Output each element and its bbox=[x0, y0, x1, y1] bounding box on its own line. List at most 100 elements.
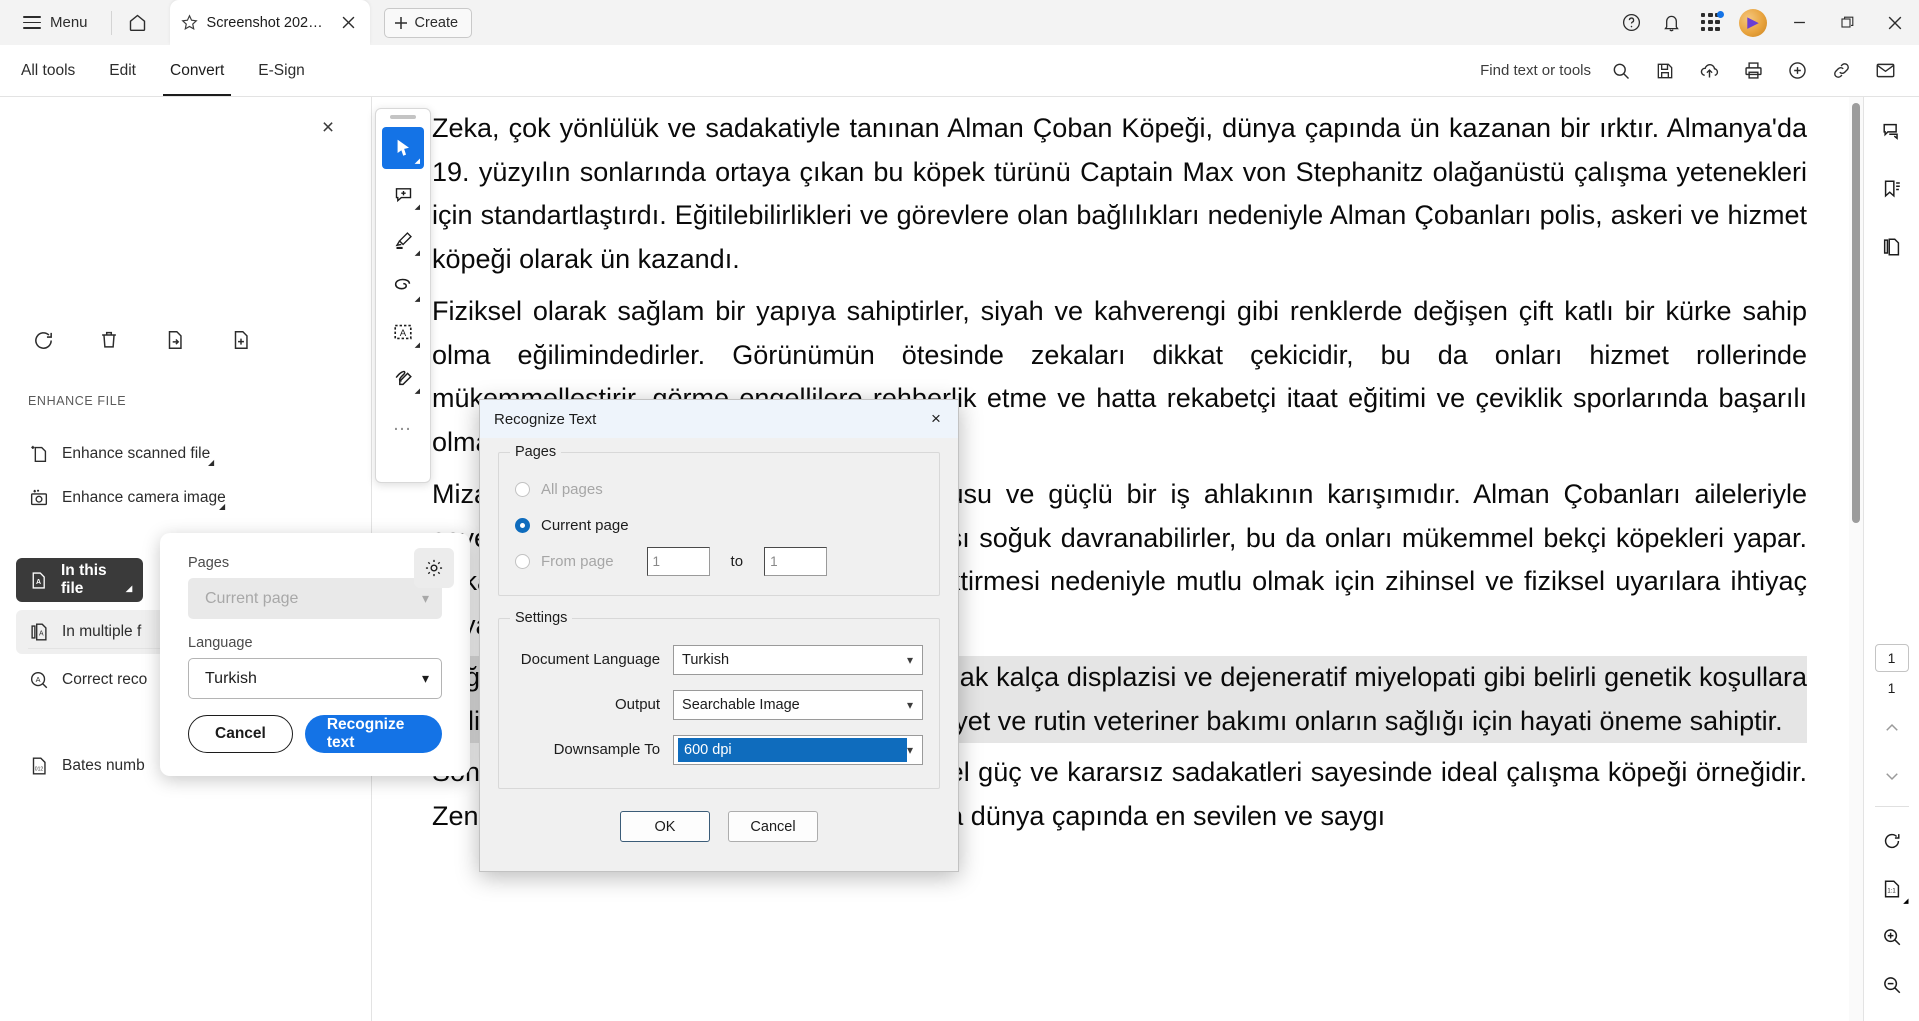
panel-close-icon[interactable]: × bbox=[313, 113, 343, 143]
recognize-text-dialog[interactable]: Recognize Text × Pages All pages Current… bbox=[479, 399, 959, 872]
fit-page-button[interactable]: 1:1 ◢ bbox=[1870, 867, 1914, 911]
highlight-tool-button[interactable]: ◢ bbox=[382, 219, 424, 261]
popup-cancel-button[interactable]: Cancel bbox=[188, 715, 293, 753]
avatar[interactable]: ▶ bbox=[1739, 9, 1767, 37]
svg-text:A: A bbox=[400, 328, 407, 339]
dialog-button-row: OK Cancel bbox=[498, 811, 940, 842]
panel-action-row bbox=[28, 325, 256, 355]
document-language-combo[interactable]: Turkish ▾ bbox=[673, 645, 923, 675]
adobe-acrobat-window: Menu Screenshot 2023-12-31 16... bbox=[0, 0, 1919, 1021]
more-tools-button[interactable]: … bbox=[382, 403, 424, 445]
output-combo[interactable]: Searchable Image ▾ bbox=[673, 690, 923, 720]
cancel-button[interactable]: Cancel bbox=[728, 811, 818, 842]
add-comment-button[interactable] bbox=[1775, 49, 1819, 93]
document-scrollbar[interactable] bbox=[1849, 97, 1863, 1021]
notifications-button[interactable] bbox=[1651, 3, 1691, 43]
link-button[interactable] bbox=[1819, 49, 1863, 93]
ok-button[interactable]: OK bbox=[620, 811, 710, 842]
previous-page-button[interactable] bbox=[1870, 706, 1914, 750]
titlebar-divider bbox=[111, 11, 112, 35]
main-menu-label: Menu bbox=[50, 14, 88, 31]
search-button[interactable] bbox=[1599, 49, 1643, 93]
scrollbar-thumb[interactable] bbox=[1852, 103, 1860, 523]
window-close-button[interactable] bbox=[1871, 0, 1919, 45]
maximize-button[interactable] bbox=[1823, 0, 1871, 45]
insert-pages-button[interactable] bbox=[226, 325, 256, 355]
apps-button[interactable] bbox=[1691, 3, 1731, 43]
toolbar-drag-handle[interactable] bbox=[390, 115, 416, 119]
radio-from-page[interactable]: From page 1 to 1 bbox=[515, 543, 923, 579]
chevron-expand-icon: ◢ bbox=[1903, 897, 1908, 905]
zoom-in-button[interactable] bbox=[1870, 915, 1914, 959]
draw-tool-button[interactable]: ◢ bbox=[382, 265, 424, 307]
star-icon[interactable] bbox=[180, 13, 199, 32]
popup-recognize-text-button[interactable]: Recognize text bbox=[305, 715, 442, 753]
tab-all-tools[interactable]: All tools bbox=[14, 45, 82, 96]
refresh-button[interactable] bbox=[28, 325, 58, 355]
to-page-input[interactable]: 1 bbox=[764, 547, 827, 576]
extract-pages-button[interactable] bbox=[160, 325, 190, 355]
share-mail-button[interactable] bbox=[1863, 49, 1907, 93]
sign-tool-button[interactable]: ◢ bbox=[382, 357, 424, 399]
print-button[interactable] bbox=[1731, 49, 1775, 93]
zoom-out-icon bbox=[1881, 974, 1903, 996]
dialog-title-bar: Recognize Text × bbox=[480, 400, 958, 438]
popup-language-select[interactable]: Turkish ▾ bbox=[188, 658, 442, 699]
tab-e-sign[interactable]: E-Sign bbox=[251, 45, 312, 96]
main-menu-button[interactable]: Menu bbox=[14, 9, 97, 36]
select-tool-button[interactable]: ◢ bbox=[382, 127, 424, 169]
print-icon bbox=[1743, 60, 1764, 81]
settings-gear-button[interactable] bbox=[414, 548, 454, 588]
chevron-expand-icon: ◢ bbox=[415, 295, 420, 303]
add-text-tool-button[interactable]: A ◢ bbox=[382, 311, 424, 353]
add-comment-tool-button[interactable]: ◢ bbox=[382, 173, 424, 215]
sidebar-item-in-this-file[interactable]: A In this file ◢ bbox=[16, 558, 143, 602]
popup-pages-value: Current page bbox=[205, 590, 298, 608]
bookmark-panel-button[interactable] bbox=[1870, 167, 1914, 211]
tool-menu-bar: All tools Edit Convert E-Sign Find text … bbox=[0, 45, 1919, 97]
radio-from-page-indicator bbox=[515, 554, 530, 569]
help-button[interactable] bbox=[1611, 3, 1651, 43]
create-button[interactable]: Create bbox=[384, 8, 473, 38]
save-button[interactable] bbox=[1643, 49, 1687, 93]
upload-cloud-icon bbox=[1699, 60, 1720, 81]
from-page-input[interactable]: 1 bbox=[647, 547, 710, 576]
close-icon[interactable] bbox=[338, 12, 360, 34]
chevron-down-icon: ▾ bbox=[422, 590, 429, 607]
radio-all-pages-indicator bbox=[515, 482, 530, 497]
popup-pages-label: Pages bbox=[188, 555, 442, 571]
home-button[interactable] bbox=[120, 5, 156, 41]
chevron-expand-icon: ◢ bbox=[126, 584, 132, 593]
comment-panel-button[interactable] bbox=[1870, 109, 1914, 153]
dialog-body: Pages All pages Current page From page 1… bbox=[480, 438, 958, 842]
minimize-button[interactable] bbox=[1775, 0, 1823, 45]
add-comment-icon bbox=[1787, 60, 1808, 81]
chevron-down-icon: ▾ bbox=[422, 670, 429, 687]
sidebar-item-enhance-camera-image[interactable]: Enhance camera image ◢ bbox=[16, 476, 346, 520]
enhance-camera-image-icon bbox=[28, 487, 50, 509]
delete-button[interactable] bbox=[94, 325, 124, 355]
page-thumbnails-button[interactable] bbox=[1870, 225, 1914, 269]
next-page-button[interactable] bbox=[1870, 754, 1914, 798]
radio-all-pages[interactable]: All pages bbox=[515, 471, 923, 507]
document-tab[interactable]: Screenshot 2023-12-31 16... bbox=[170, 0, 370, 45]
title-bar: Menu Screenshot 2023-12-31 16... bbox=[0, 0, 1919, 45]
upload-button[interactable] bbox=[1687, 49, 1731, 93]
downsample-combo[interactable]: 600 dpi ▾ bbox=[673, 735, 923, 765]
tab-convert[interactable]: Convert bbox=[163, 45, 231, 96]
current-page-input[interactable]: 1 bbox=[1875, 644, 1909, 672]
sidebar-item-enhance-scanned-file[interactable]: Enhance scanned file ◢ bbox=[16, 432, 346, 476]
radio-current-page[interactable]: Current page bbox=[515, 507, 923, 543]
refresh-icon bbox=[32, 329, 55, 352]
dialog-close-icon[interactable]: × bbox=[920, 404, 952, 434]
svg-text:1:1: 1:1 bbox=[1887, 889, 1896, 895]
zoom-out-button[interactable] bbox=[1870, 963, 1914, 1007]
annotation-toolbar[interactable]: ◢ ◢ ◢ ◢ bbox=[375, 108, 431, 483]
popup-pages-select: Current page ▾ bbox=[188, 578, 442, 619]
output-value: Searchable Image bbox=[682, 697, 800, 713]
in-this-file-icon: A bbox=[28, 570, 49, 591]
recognize-text-popup[interactable]: Pages Current page ▾ Language Turkish ▾ … bbox=[160, 533, 470, 776]
minimize-icon bbox=[1793, 16, 1806, 29]
tab-edit[interactable]: Edit bbox=[102, 45, 143, 96]
rotate-button[interactable] bbox=[1870, 819, 1914, 863]
